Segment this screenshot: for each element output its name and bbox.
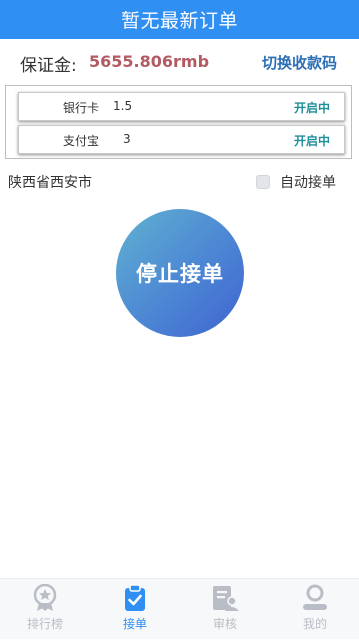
channel-count: 3 [123,132,131,146]
channel-name: 支付宝 [63,134,100,148]
channel-item-alipay[interactable]: 支付宝 3 开启中 [18,125,345,154]
auto-order-label[interactable]: 自动接单 [280,172,336,192]
auto-order-checkbox[interactable] [256,175,270,189]
review-document-icon [213,586,239,611]
tab-label-ranking: 排行榜 [26,617,63,631]
tab-label-review: 审核 [212,617,237,631]
location-text: 陕西省西安市 [8,175,92,191]
tab-review[interactable]: 审核 [180,579,270,640]
channel-item-bank-card[interactable]: 银行卡 1.5 开启中 [18,92,345,121]
bottom-tab-bar: 排行榜 接单 审核 我的 [0,578,359,639]
stop-accepting-orders-button[interactable]: 停止接单 [116,209,244,337]
tab-label-profile: 我的 [302,617,327,631]
channel-status[interactable]: 开启中 [294,132,330,149]
channel-name: 银行卡 [63,101,100,115]
page-title: 暂无最新订单 [120,10,238,32]
deposit-row: 保证金: 5655.806rmb 切换收款码 [0,39,359,83]
tab-profile[interactable]: 我的 [270,579,359,640]
header-bar: 暂无最新订单 [0,0,359,39]
switch-payment-code-link[interactable]: 切换收款码 [262,52,337,73]
channel-status[interactable]: 开启中 [294,99,330,116]
profile-icon [303,584,327,610]
stop-button-label: 停止接单 [136,262,224,286]
clipboard-check-icon [125,584,145,611]
deposit-amount: 5655.806rmb [89,52,210,71]
auto-order-toggle[interactable]: 自动接单 [256,172,336,192]
deposit-label: 保证金: [20,56,77,76]
payment-channel-list: 银行卡 1.5 开启中 支付宝 3 开启中 [5,85,352,159]
channel-count: 1.5 [113,99,133,113]
tab-accept-orders[interactable]: 接单 [90,579,180,640]
tab-ranking[interactable]: 排行榜 [0,579,90,640]
tab-label-accept-orders: 接单 [122,617,147,631]
ranking-medal-icon [33,584,57,611]
